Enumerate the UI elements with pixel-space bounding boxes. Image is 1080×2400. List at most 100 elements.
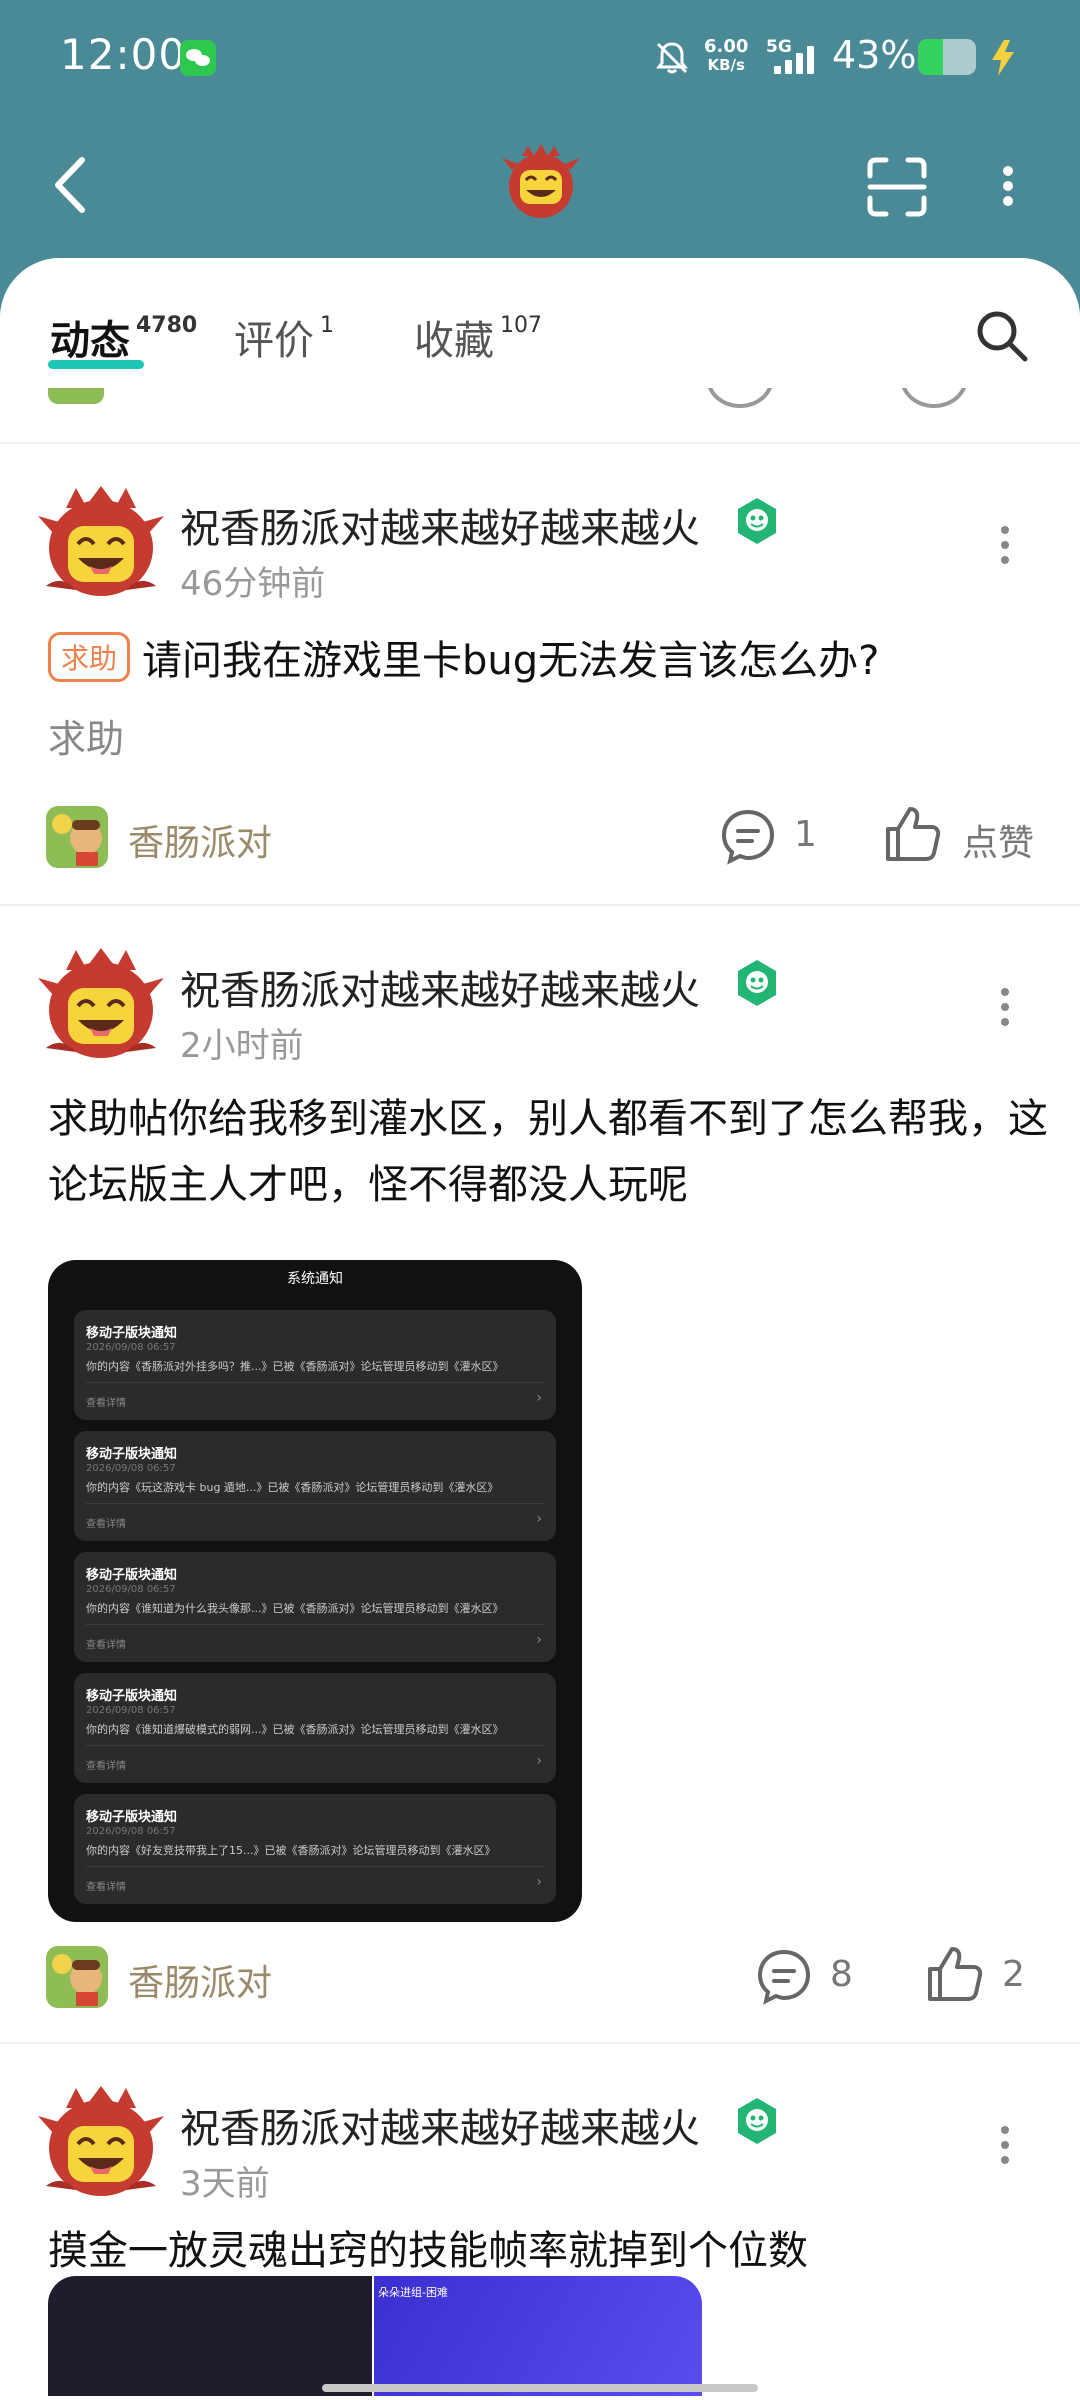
charging-icon xyxy=(992,40,1014,76)
verified-badge-icon xyxy=(738,2098,776,2144)
notice-card-divider xyxy=(86,1624,544,1625)
notice-card: 移动子版块通知 2026/09/08 06:57 你的内容《香肠派对外挂多吗？推… xyxy=(74,1310,556,1420)
verified-badge-icon xyxy=(738,498,776,544)
notice-card-divider xyxy=(86,1503,544,1504)
post-title-text: 请问我在游戏里卡bug无法发言该怎么办? xyxy=(142,638,880,684)
chevron-right-icon: › xyxy=(536,1874,542,1890)
notice-card-divider xyxy=(86,1866,544,1867)
notice-card-date: 2026/09/08 06:57 xyxy=(86,1826,176,1837)
comment-count[interactable]: 8 xyxy=(830,1954,853,1995)
user-name[interactable]: 祝香肠派对越来越好越来越火 xyxy=(180,958,700,1016)
notice-card-date: 2026/09/08 06:57 xyxy=(86,1705,176,1716)
notice-card-date: 2026/09/08 06:57 xyxy=(86,1584,176,1595)
tab-count: 107 xyxy=(500,313,542,338)
content-panel: 动态 4780 评价 1 收藏 107 祝香肠派对越来越好越来越火 46分钟前 … xyxy=(0,258,1080,2400)
notice-title: 系统通知 xyxy=(287,1271,343,1287)
tab-count: 4780 xyxy=(136,313,198,338)
avatar[interactable] xyxy=(36,2082,166,2204)
like-icon[interactable] xyxy=(926,1945,984,2003)
chevron-right-icon: › xyxy=(536,1632,542,1648)
chevron-right-icon: › xyxy=(536,1390,542,1406)
more-options-icon[interactable] xyxy=(998,2124,1012,2166)
notice-card-title: 移动子版块通知 xyxy=(86,1810,178,1825)
tab-dynamics[interactable]: 动态 4780 xyxy=(50,308,197,366)
comment-icon[interactable] xyxy=(754,1946,814,2006)
notice-card-date: 2026/09/08 06:57 xyxy=(86,1463,176,1474)
battery-percent: 43% xyxy=(832,33,917,77)
notice-card-link: 查看详情 xyxy=(86,1761,126,1772)
previous-post-peek xyxy=(0,388,1080,426)
notice-card-date: 2026/09/08 06:57 xyxy=(86,1342,176,1353)
like-icon[interactable] xyxy=(884,805,942,863)
notice-card-title: 移动子版块通知 xyxy=(86,1447,178,1462)
game-name[interactable]: 香肠派对 xyxy=(128,1954,272,2006)
tab-bar: 动态 4780 评价 1 收藏 107 xyxy=(0,258,1080,388)
scan-icon[interactable] xyxy=(866,156,928,218)
post-card[interactable]: 祝香肠派对越来越好越来越火 3天前 摸金一放灵魂出窍的技能帧率就掉到个位数 朵朵… xyxy=(0,2044,1080,2400)
tab-label: 动态 xyxy=(50,318,130,364)
notice-card-body: 你的内容《好友竞技带我上了15...》已被《香肠派对》论坛管理员移动到《灌水区》 xyxy=(86,1844,496,1857)
notice-card-link: 查看详情 xyxy=(86,1519,126,1530)
avatar[interactable] xyxy=(36,482,166,604)
tab-indicator xyxy=(48,360,144,369)
user-name[interactable]: 祝香肠派对越来越好越来越火 xyxy=(180,2096,700,2154)
tab-favorites[interactable]: 收藏 107 xyxy=(414,308,542,366)
notice-card-divider xyxy=(86,1382,544,1383)
notice-card-link: 查看详情 xyxy=(86,1640,126,1651)
home-indicator[interactable] xyxy=(322,2384,758,2392)
avatar[interactable] xyxy=(36,944,166,1066)
notice-card: 移动子版块通知 2026/09/08 06:57 你的内容《好友竞技带我上了15… xyxy=(74,1794,556,1904)
post-body[interactable]: 摸金一放灵魂出窍的技能帧率就掉到个位数 xyxy=(48,2218,1048,2284)
post-footer: 香肠派对 1 点赞 xyxy=(0,802,1080,872)
notice-card-title: 移动子版块通知 xyxy=(86,1326,178,1341)
post-card[interactable]: 祝香肠派对越来越好越来越火 2小时前 求助帖你给我移到灌水区，别人都看不到了怎么… xyxy=(0,906,1080,2042)
tab-reviews[interactable]: 评价 1 xyxy=(234,308,334,366)
comment-icon[interactable] xyxy=(718,806,778,866)
more-options-icon[interactable] xyxy=(998,986,1012,1028)
post-title[interactable]: 求助 请问我在游戏里卡bug无法发言该怎么办? xyxy=(48,628,879,686)
bell-off-icon xyxy=(656,42,688,74)
notice-card-body: 你的内容《谁知道为什么我头像那...》已被《香肠派对》论坛管理员移动到《灌水区》 xyxy=(86,1602,504,1615)
tab-count: 1 xyxy=(320,313,334,338)
post-image[interactable] xyxy=(48,2276,372,2396)
feed: 祝香肠派对越来越好越来越火 46分钟前 求助 请问我在游戏里卡bug无法发言该怎么… xyxy=(0,388,1080,2400)
notice-card-link: 查看详情 xyxy=(86,1398,126,1409)
post-body[interactable]: 求助帖你给我移到灌水区，别人都看不到了怎么帮我，这论坛版主人才吧，怪不得都没人玩… xyxy=(48,1086,1048,1218)
battery-icon xyxy=(918,39,976,75)
more-options-icon[interactable] xyxy=(998,524,1012,566)
verified-badge-icon xyxy=(738,960,776,1006)
notice-card-title: 移动子版块通知 xyxy=(86,1689,178,1704)
help-tag: 求助 xyxy=(48,632,131,682)
post-image[interactable]: 系统通知 移动子版块通知 2026/09/08 06:57 你的内容《香肠派对外… xyxy=(48,1260,582,1922)
status-time: 12:00 xyxy=(60,30,187,79)
signal-icon: 5G xyxy=(766,37,824,77)
post-footer: 香肠派对 8 2 xyxy=(0,1942,1080,2012)
game-name[interactable]: 香肠派对 xyxy=(128,814,272,866)
thumb-caption: 朵朵进组-困难 xyxy=(378,2286,448,2299)
game-icon[interactable] xyxy=(46,806,108,868)
game-icon[interactable] xyxy=(46,1946,108,2008)
post-image-row[interactable]: 朵朵进组-困难 xyxy=(48,2276,702,2396)
user-name[interactable]: 祝香肠派对越来越好越来越火 xyxy=(180,496,700,554)
wechat-icon xyxy=(180,40,216,76)
post-card[interactable]: 祝香肠派对越来越好越来越火 46分钟前 求助 请问我在游戏里卡bug无法发言该怎么… xyxy=(0,444,1080,904)
notice-card: 移动子版块通知 2026/09/08 06:57 你的内容《谁知道为什么我头像那… xyxy=(74,1552,556,1662)
search-icon[interactable] xyxy=(974,308,1030,364)
post-time: 2小时前 xyxy=(180,1026,304,1066)
post-image[interactable]: 朵朵进组-困难 xyxy=(374,2276,702,2396)
more-vertical-icon[interactable] xyxy=(1000,165,1016,207)
post-category: 求助 xyxy=(48,717,125,761)
network-type: 5G xyxy=(766,37,792,57)
comment-count[interactable]: 1 xyxy=(794,814,817,855)
notice-card: 移动子版块通知 2026/09/08 06:57 你的内容《玩这游戏卡 bug … xyxy=(74,1431,556,1541)
notice-card-body: 你的内容《谁知道爆破模式的弱网...》已被《香肠派对》论坛管理员移动到《灌水区》 xyxy=(86,1723,504,1736)
like-count[interactable]: 2 xyxy=(1002,1954,1025,1995)
game-logo-icon[interactable] xyxy=(498,140,584,226)
chevron-right-icon: › xyxy=(536,1511,542,1527)
net-speed: 6.00 KB/s xyxy=(704,38,748,75)
chevron-right-icon: › xyxy=(536,1753,542,1769)
status-bar: 12:00 6.00 KB/s 5G 43% xyxy=(0,0,1080,115)
notice-card: 移动子版块通知 2026/09/08 06:57 你的内容《谁知道爆破模式的弱网… xyxy=(74,1673,556,1783)
back-icon[interactable] xyxy=(48,152,98,218)
like-label[interactable]: 点赞 xyxy=(962,814,1034,866)
